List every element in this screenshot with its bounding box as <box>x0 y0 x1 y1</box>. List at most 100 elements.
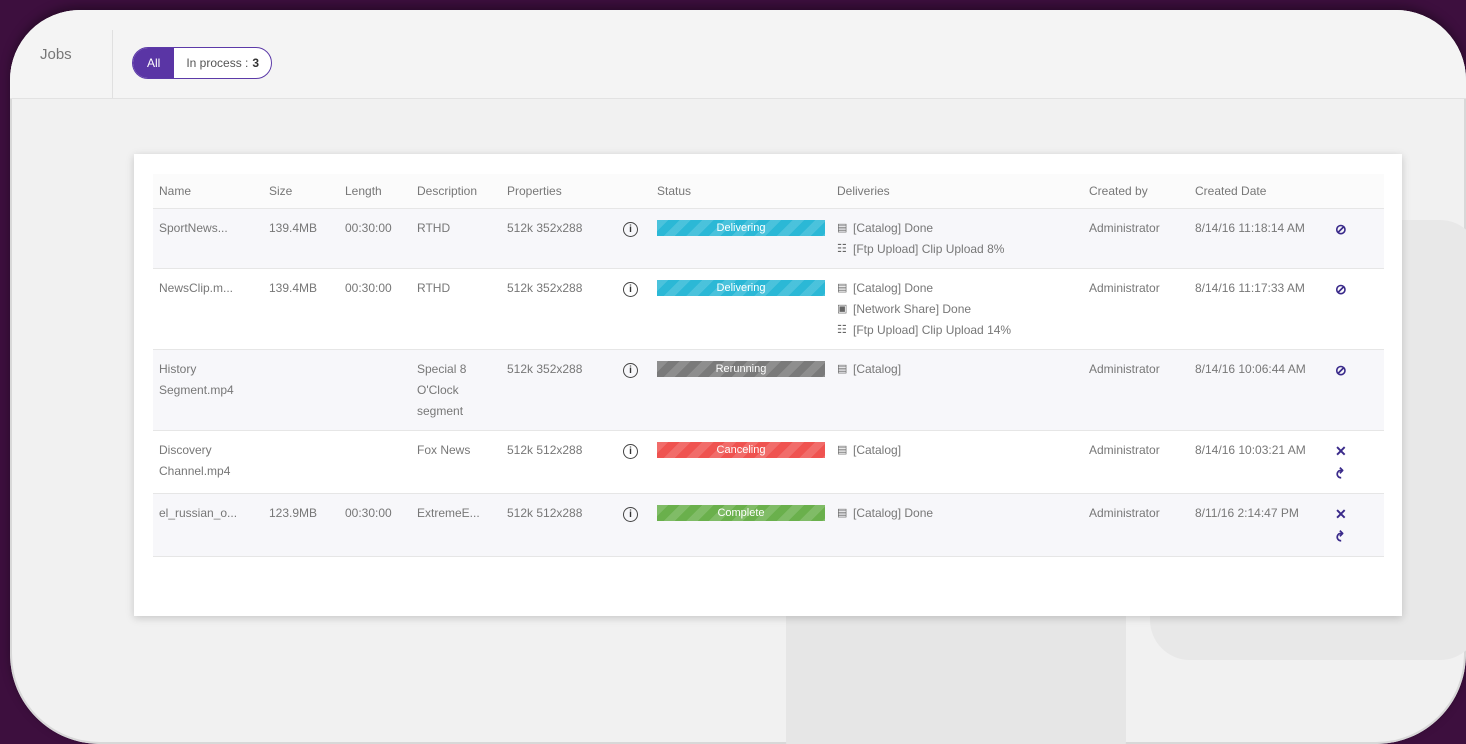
cancel-circle-icon[interactable]: ⊘ <box>1335 218 1378 240</box>
header-description[interactable]: Description <box>411 174 501 209</box>
info-icon[interactable]: i <box>623 444 638 459</box>
cell-created-by: Administrator <box>1083 430 1189 494</box>
cancel-circle-icon[interactable]: ⊘ <box>1335 278 1378 300</box>
status-badge: Rerunning <box>657 361 825 377</box>
ftp-icon: ☷ <box>837 243 847 255</box>
delivery-item: ▣ [Network Share] Done <box>837 299 1077 320</box>
delivery-text: [Catalog] Done <box>853 221 934 235</box>
delivery-text: [Ftp Upload] Clip Upload 14% <box>853 323 1012 337</box>
cell-created-by: Administrator <box>1083 493 1189 557</box>
cell-status: Canceling <box>651 430 831 494</box>
undo-icon[interactable]: ↶ <box>1330 467 1352 479</box>
delivery-item: ☷ [Ftp Upload] Clip Upload 14% <box>837 320 1077 341</box>
table-row[interactable]: Discovery Channel.mp4 Fox News 512k 512x… <box>153 430 1384 494</box>
header-name[interactable]: Name <box>153 174 263 209</box>
info-icon[interactable]: i <box>623 222 638 237</box>
cell-description: RTHD <box>411 268 501 350</box>
delivery-item: ☷ [Ftp Upload] Clip Upload 8% <box>837 239 1077 260</box>
divider <box>112 30 113 98</box>
delivery-item: ▤ [Catalog] Done <box>837 503 1077 524</box>
cancel-circle-icon[interactable]: ⊘ <box>1335 359 1378 381</box>
action-wrap: ⊘ <box>1335 359 1378 381</box>
cell-created-by: Administrator <box>1083 208 1189 269</box>
catalog-icon: ▤ <box>837 282 848 294</box>
jobs-table: Name Size Length Description Properties … <box>153 174 1384 557</box>
top-bar: Jobs All In process : 3 <box>10 10 1466 99</box>
cell-created-date: 8/14/16 10:06:44 AM <box>1189 349 1329 431</box>
header-size[interactable]: Size <box>263 174 339 209</box>
header-created-by[interactable]: Created by <box>1083 174 1189 209</box>
cell-status: Delivering <box>651 208 831 269</box>
table-row[interactable]: SportNews... 139.4MB 00:30:00 RTHD 512k … <box>153 208 1384 269</box>
filter-in-process-label: In process : <box>186 56 249 70</box>
cell-length: 00:30:00 <box>339 268 411 350</box>
status-badge: Canceling <box>657 442 825 458</box>
cell-name: Discovery Channel.mp4 <box>153 430 263 494</box>
header-length[interactable]: Length <box>339 174 411 209</box>
cell-created-date: 8/14/16 10:03:21 AM <box>1189 430 1329 494</box>
delivery-text: [Catalog] Done <box>853 281 934 295</box>
cell-properties: 512k 352x288 <box>501 268 617 350</box>
cell-name: NewsClip.m... <box>153 268 263 350</box>
delivery-text: [Catalog] <box>853 443 902 457</box>
action-wrap: ✕ <box>1335 503 1378 525</box>
cell-length <box>339 430 411 494</box>
status-badge: Delivering <box>657 280 825 296</box>
header-status[interactable]: Status <box>651 174 831 209</box>
cell-properties: 512k 512x288 <box>501 430 617 494</box>
cell-info: i <box>617 268 651 350</box>
tab-jobs[interactable]: Jobs <box>40 46 72 63</box>
cell-status: Complete <box>651 493 831 557</box>
cell-info: i <box>617 430 651 494</box>
cell-name: SportNews... <box>153 208 263 269</box>
cell-name: el_russian_o... <box>153 493 263 557</box>
cell-created-date: 8/11/16 2:14:47 PM <box>1189 493 1329 557</box>
cell-created-date: 8/14/16 11:18:14 AM <box>1189 208 1329 269</box>
app-window: Jobs All In process : 3 Name Size Length <box>10 10 1466 744</box>
info-icon[interactable]: i <box>623 282 638 297</box>
cell-status: Delivering <box>651 268 831 350</box>
close-icon[interactable]: ✕ <box>1335 503 1378 525</box>
delivery-text: [Network Share] Done <box>853 302 972 316</box>
cell-deliveries: ▤ [Catalog] Done ☷ [Ftp Upload] Clip Upload… <box>831 208 1083 269</box>
info-icon[interactable]: i <box>623 363 638 378</box>
cell-created-by: Administrator <box>1083 349 1189 431</box>
status-badge: Complete <box>657 505 825 521</box>
cell-deliveries: ▤ [Catalog] <box>831 349 1083 431</box>
action-wrap: ↶ <box>1333 462 1378 485</box>
cell-length: 00:30:00 <box>339 493 411 557</box>
network-share-icon: ▣ <box>837 303 848 315</box>
header-created-date[interactable]: Created Date <box>1189 174 1329 209</box>
header-deliveries[interactable]: Deliveries <box>831 174 1083 209</box>
info-icon[interactable]: i <box>623 507 638 522</box>
header-actions <box>1329 174 1384 209</box>
cell-size: 123.9MB <box>263 493 339 557</box>
table-row[interactable]: History Segment.mp4 Special 8 O'Clock se… <box>153 349 1384 431</box>
cell-length <box>339 349 411 431</box>
delivery-text: [Catalog] <box>853 362 902 376</box>
filter-in-process-count: 3 <box>252 56 260 70</box>
catalog-icon: ▤ <box>837 444 848 456</box>
filter-all-button[interactable]: All <box>133 48 175 78</box>
status-badge: Delivering <box>657 220 825 236</box>
cell-deliveries: ▤ [Catalog] Done <box>831 493 1083 557</box>
filter-in-process-button[interactable]: In process : 3 <box>174 48 271 78</box>
header-properties[interactable]: Properties <box>501 174 617 209</box>
cell-info: i <box>617 349 651 431</box>
delivery-text: [Catalog] Done <box>853 506 934 520</box>
undo-icon[interactable]: ↶ <box>1330 530 1352 542</box>
cell-created-by: Administrator <box>1083 268 1189 350</box>
action-wrap: ↶ <box>1333 525 1378 548</box>
cell-size: 139.4MB <box>263 208 339 269</box>
cell-description: Fox News <box>411 430 501 494</box>
ftp-icon: ☷ <box>837 324 847 336</box>
close-icon[interactable]: ✕ <box>1335 440 1378 462</box>
table-header-row: Name Size Length Description Properties … <box>153 174 1384 209</box>
table-row[interactable]: el_russian_o... 123.9MB 00:30:00 Extreme… <box>153 493 1384 557</box>
cell-deliveries: ▤ [Catalog] <box>831 430 1083 494</box>
cell-actions: ✕ ↶ <box>1329 493 1384 557</box>
cell-properties: 512k 512x288 <box>501 493 617 557</box>
catalog-icon: ▤ <box>837 507 848 519</box>
delivery-item: ▤ [Catalog] Done <box>837 218 1077 239</box>
table-row[interactable]: NewsClip.m... 139.4MB 00:30:00 RTHD 512k… <box>153 268 1384 350</box>
